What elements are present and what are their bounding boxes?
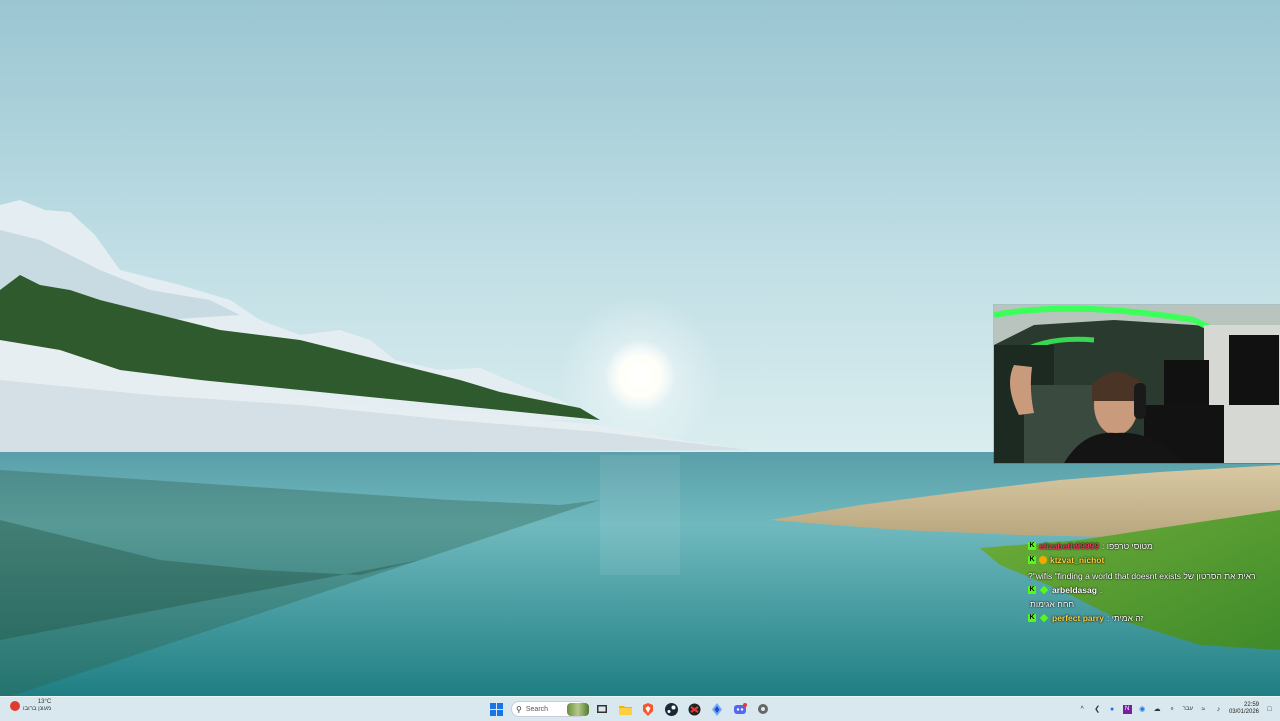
search-placeholder: Search	[525, 705, 549, 713]
chat-message: K elizabeth99999 מטוסי טרפפו :	[1028, 540, 1273, 553]
kick-icon: K	[1028, 585, 1036, 594]
chat-username: perfect parry	[1052, 612, 1104, 623]
coin-icon	[1039, 556, 1047, 565]
weather-widget[interactable]: 13°C מעונן ברובו	[10, 699, 51, 713]
tray-app-icon[interactable]: ●	[1108, 705, 1117, 714]
chat-text: מטוסי טרפפו :	[1102, 541, 1153, 551]
date: 03/01/2026	[1228, 709, 1259, 715]
chat-message: K ktzvat_nichot ראית את הסרטון של wifis …	[1028, 554, 1273, 582]
chat-text: חחח אגימות	[1030, 598, 1075, 609]
speaker-icon[interactable]: ♪	[1214, 705, 1223, 714]
taskbar-apps: ⚲ Search	[488, 699, 771, 719]
diamond-icon	[1039, 613, 1049, 622]
diamond-icon	[1039, 585, 1049, 594]
tray-app-icon[interactable]: N	[1122, 704, 1132, 714]
chat-username: ktzvat_nichot	[1050, 555, 1105, 565]
notification-icon[interactable]: □	[1265, 705, 1274, 714]
chat-overlay: K elizabeth99999 מטוסי טרפפו : K ktzvat_…	[1028, 540, 1273, 626]
taskbar: 13°C מעונן ברובו ⚲ Search ^ ❮ ● N ◉ ☁ ⚬ …	[0, 696, 1280, 721]
language-indicator[interactable]: עבר	[1183, 706, 1193, 712]
chat-text: ראית את הסרטון של wifis "finding a world…	[1028, 570, 1256, 581]
app-red-icon[interactable]	[686, 701, 702, 717]
steam-icon[interactable]	[663, 701, 679, 717]
discord-icon[interactable]	[732, 701, 748, 717]
time: 22:59	[1243, 702, 1259, 708]
webcam-overlay	[993, 304, 1280, 464]
windows-start-icon[interactable]	[488, 701, 504, 717]
chat-text: :	[1099, 584, 1103, 595]
settings-icon[interactable]	[755, 701, 771, 717]
brave-browser-icon[interactable]	[640, 701, 656, 717]
chat-message: K perfect parry זה אמיתי :	[1028, 612, 1273, 625]
chevron-up-icon[interactable]: ^	[1078, 705, 1087, 714]
weather-desc: מעונן ברובו	[23, 706, 52, 712]
wifi-icon[interactable]: ≈	[1199, 705, 1208, 714]
chat-text: זה אמיתי :	[1106, 612, 1144, 623]
kick-icon: K	[1028, 613, 1036, 622]
search-icon: ⚲	[516, 704, 522, 714]
clock[interactable]: 22:59 03/01/2026	[1229, 702, 1259, 716]
app-blue-icon[interactable]	[709, 701, 725, 717]
tray-app-icon[interactable]: ❮	[1093, 705, 1102, 714]
chat-message: חחח אגימות	[1028, 598, 1273, 611]
system-tray: ^ ❮ ● N ◉ ☁ ⚬ עבר ≈ ♪ 22:59 03/01/2026 □	[1078, 699, 1274, 719]
chat-username: elizabeth99999	[1039, 541, 1100, 551]
tray-app-icon[interactable]: ◉	[1138, 705, 1147, 714]
task-view-icon[interactable]	[594, 701, 610, 717]
weather-icon	[10, 701, 20, 711]
microphone-icon[interactable]: ⚬	[1168, 705, 1177, 714]
search-box[interactable]: ⚲ Search	[511, 701, 589, 717]
kick-icon: K	[1028, 556, 1036, 565]
chat-username: arbeldasag	[1052, 584, 1097, 595]
chat-message: K arbeldasag :	[1028, 584, 1273, 597]
kick-icon: K	[1028, 542, 1036, 551]
tray-app-icon[interactable]: ☁	[1153, 705, 1162, 714]
file-explorer-icon[interactable]	[617, 701, 633, 717]
weather-temp: 13°C	[37, 699, 52, 705]
search-highlight-image	[567, 703, 589, 716]
